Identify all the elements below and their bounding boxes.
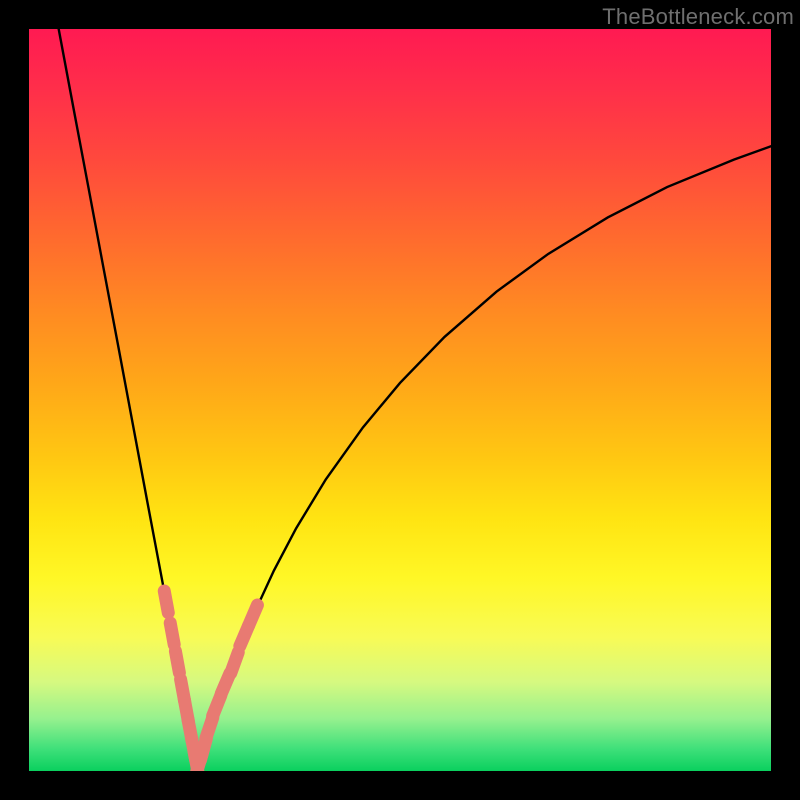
marker-left-branch-markers-0 — [164, 591, 168, 613]
marker-right-branch-markers-5 — [231, 652, 238, 673]
marker-right-branch-markers-7 — [249, 605, 258, 625]
watermark-text: TheBottleneck.com — [602, 4, 794, 30]
curves-svg — [29, 29, 771, 771]
plot-area — [29, 29, 771, 771]
marker-left-branch-markers-1 — [170, 623, 174, 645]
chart-stage: TheBottleneck.com — [0, 0, 800, 800]
curve-right-branch — [197, 146, 771, 769]
marker-left-branch-markers-2 — [175, 651, 179, 673]
